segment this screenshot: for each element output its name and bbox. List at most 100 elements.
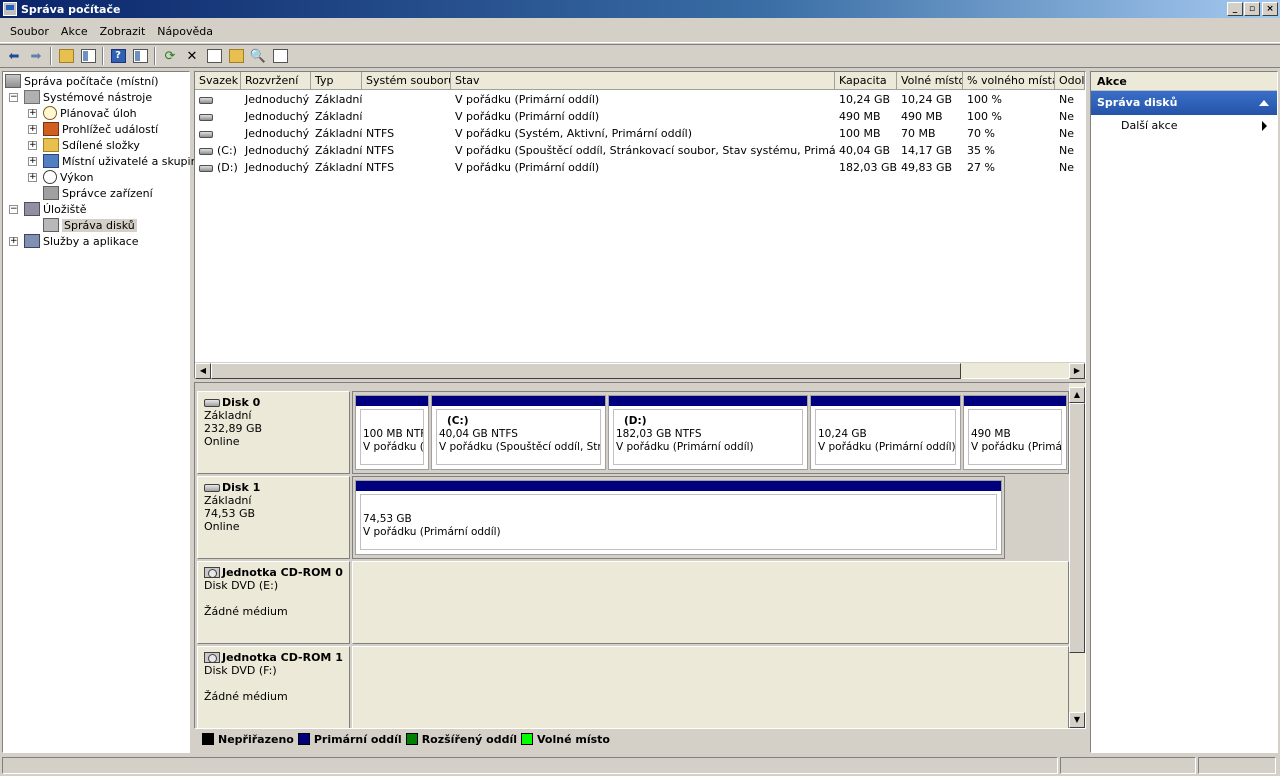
scrollbar-thumb[interactable]	[1069, 403, 1085, 653]
forward-arrow-icon[interactable]: ➡	[25, 46, 47, 66]
column-header-volume[interactable]: Svazek	[195, 72, 241, 90]
actions-section-disk-management[interactable]: Správa disků	[1091, 91, 1277, 115]
tree-item-computer-management[interactable]: Správa počítače (místní)	[5, 73, 159, 89]
tree-expander[interactable]: +	[28, 157, 37, 166]
tree-expander[interactable]: +	[28, 109, 37, 118]
cdrom-label[interactable]: Jednotka CD-ROM 1 Disk DVD (F:) Žádné mé…	[197, 646, 350, 728]
delete-icon[interactable]: ✕	[181, 46, 203, 66]
back-arrow-icon[interactable]: ⬅	[3, 46, 25, 66]
legend-swatch	[202, 733, 214, 745]
partition[interactable]: 74,53 GB V pořádku (Primární oddíl)	[355, 480, 1002, 555]
tree-expander[interactable]: +	[28, 141, 37, 150]
table-row[interactable]: (D:) Jednoduchý Základní NTFS V pořádku …	[195, 159, 1085, 176]
vertical-scrollbar[interactable]: ▲ ▼	[1069, 383, 1085, 728]
tree-item-device-manager[interactable]: Správce zařízení	[43, 185, 153, 201]
maximize-button[interactable]: ▫	[1244, 2, 1260, 16]
help-icon[interactable]: ?	[107, 46, 129, 66]
refresh-icon[interactable]: ⟳	[159, 46, 181, 66]
column-header-type[interactable]: Typ	[311, 72, 362, 90]
column-header-percent-free[interactable]: % volného místa	[963, 72, 1055, 90]
tree-expander[interactable]: +	[9, 237, 18, 246]
status-panel	[2, 757, 1058, 774]
tree-item-task-scheduler[interactable]: Plánovač úloh	[43, 105, 137, 121]
legend-label: Nepřiřazeno	[218, 732, 294, 746]
partition[interactable]: (C:) 40,04 GB NTFS V pořádku (Spouštěcí od…	[431, 395, 606, 470]
close-button[interactable]: ×	[1262, 2, 1278, 16]
disk-management-icon	[43, 218, 59, 232]
partition[interactable]: 100 MB NTFSV pořádku (S	[355, 395, 429, 470]
partition[interactable]: 490 MBV pořádku (Primárn	[963, 395, 1067, 470]
tree-item-local-users[interactable]: Místní uživatelé a skupiny	[43, 153, 204, 169]
menu-zobrazit[interactable]: Zobrazit	[94, 23, 152, 40]
table-row[interactable]: Jednoduchý Základní NTFS V pořádku (Syst…	[195, 125, 1085, 142]
tree-item-services-apps[interactable]: Služby a aplikace	[24, 233, 139, 249]
computer-icon	[5, 74, 21, 88]
tree-expander[interactable]: −	[9, 205, 18, 214]
actions-header: Akce	[1091, 72, 1277, 91]
action-more-actions[interactable]: Další akce	[1091, 115, 1277, 137]
volume-icon	[199, 164, 213, 172]
scroll-right-icon[interactable]: ▶	[1069, 363, 1085, 379]
partition-color-bar	[432, 396, 605, 406]
shared-folder-icon	[43, 138, 59, 152]
table-row[interactable]: (C:) Jednoduchý Základní NTFS V pořádku …	[195, 142, 1085, 159]
tree-item-storage[interactable]: Úložiště	[24, 201, 86, 217]
scroll-up-icon[interactable]: ▲	[1069, 387, 1085, 403]
column-header-layout[interactable]: Rozvržení	[241, 72, 311, 90]
minimize-button[interactable]: _	[1227, 2, 1243, 16]
settings-icon[interactable]	[269, 46, 291, 66]
toolbar: ⬅ ➡ ? ⟳ ✕ 🔍	[0, 44, 1280, 68]
menu-napoveda[interactable]: Nápověda	[151, 23, 219, 40]
status-bar	[0, 755, 1280, 776]
column-header-status[interactable]: Stav	[451, 72, 835, 90]
column-header-fault-tolerance[interactable]: Odolr	[1055, 72, 1085, 90]
collapse-caret-icon[interactable]	[1259, 100, 1269, 106]
disk-label[interactable]: Disk 1 Základní 74,53 GB Online	[197, 476, 350, 559]
partition[interactable]: (D:) 182,03 GB NTFS V pořádku (Primární od…	[608, 395, 808, 470]
show-hide-tree-icon[interactable]	[77, 46, 99, 66]
tree-item-shared-folders[interactable]: Sdílené složky	[43, 137, 140, 153]
legend-swatch	[521, 733, 534, 745]
properties-icon[interactable]	[203, 46, 225, 66]
cdrom-area	[352, 561, 1069, 644]
legend-label: Primární oddíl	[313, 732, 402, 746]
cdrom-label[interactable]: Jednotka CD-ROM 0 Disk DVD (E:) Žádné mé…	[197, 561, 350, 644]
disk-label[interactable]: Disk 0 Základní 232,89 GB Online	[197, 391, 350, 474]
volume-list: Svazek Rozvržení Typ Systém souborů Stav…	[194, 71, 1086, 379]
scroll-left-icon[interactable]: ◀	[195, 363, 211, 379]
search-icon[interactable]: 🔍	[247, 46, 269, 66]
status-panel	[1060, 757, 1196, 774]
column-header-file-system[interactable]: Systém souborů	[362, 72, 451, 90]
title-bar: Správa počítače _ ▫ ×	[0, 0, 1280, 18]
table-row[interactable]: Jednoduchý Základní V pořádku (Primární …	[195, 108, 1085, 125]
scroll-down-icon[interactable]: ▼	[1069, 712, 1085, 728]
open-folder-icon[interactable]	[225, 46, 247, 66]
performance-icon	[43, 170, 57, 184]
tree-expander[interactable]: +	[28, 125, 37, 134]
event-viewer-icon	[43, 122, 59, 136]
show-hide-action-pane-icon[interactable]	[129, 46, 151, 66]
tree-item-system-tools[interactable]: Systémové nástroje	[24, 89, 152, 105]
tree-expander[interactable]: −	[9, 93, 18, 102]
column-header-capacity[interactable]: Kapacita	[835, 72, 897, 90]
navigation-tree: Správa počítače (místní) − Systémové nás…	[2, 71, 204, 753]
disk-partitions: 100 MB NTFSV pořádku (S (C:)40,04 GB NTF…	[352, 391, 1069, 474]
computer-management-icon	[3, 2, 17, 16]
column-header-free-space[interactable]: Volné místo	[897, 72, 963, 90]
partition-color-bar	[811, 396, 960, 406]
tree-item-event-viewer[interactable]: Prohlížeč událostí	[43, 121, 158, 137]
up-folder-icon[interactable]	[55, 46, 77, 66]
partition[interactable]: 10,24 GB V pořádku (Primární oddíl)	[810, 395, 961, 470]
disk-row: Disk 0 Základní 232,89 GB Online 100 MB …	[197, 391, 1069, 474]
scrollbar-thumb[interactable]	[211, 363, 961, 379]
tree-expander[interactable]: +	[28, 173, 37, 182]
menu-akce[interactable]: Akce	[55, 23, 94, 40]
tree-item-disk-management[interactable]: Správa disků	[43, 217, 137, 233]
cdrom-row: Jednotka CD-ROM 1 Disk DVD (F:) Žádné mé…	[197, 646, 1069, 728]
menu-soubor[interactable]: Soubor	[4, 23, 55, 40]
table-row[interactable]: Jednoduchý Základní V pořádku (Primární …	[195, 91, 1085, 108]
toolbar-separator	[50, 47, 52, 65]
tree-item-performance[interactable]: Výkon	[43, 169, 93, 185]
horizontal-scrollbar[interactable]: ◀ ▶	[195, 362, 1085, 379]
scrollbar-track[interactable]	[961, 363, 1069, 378]
